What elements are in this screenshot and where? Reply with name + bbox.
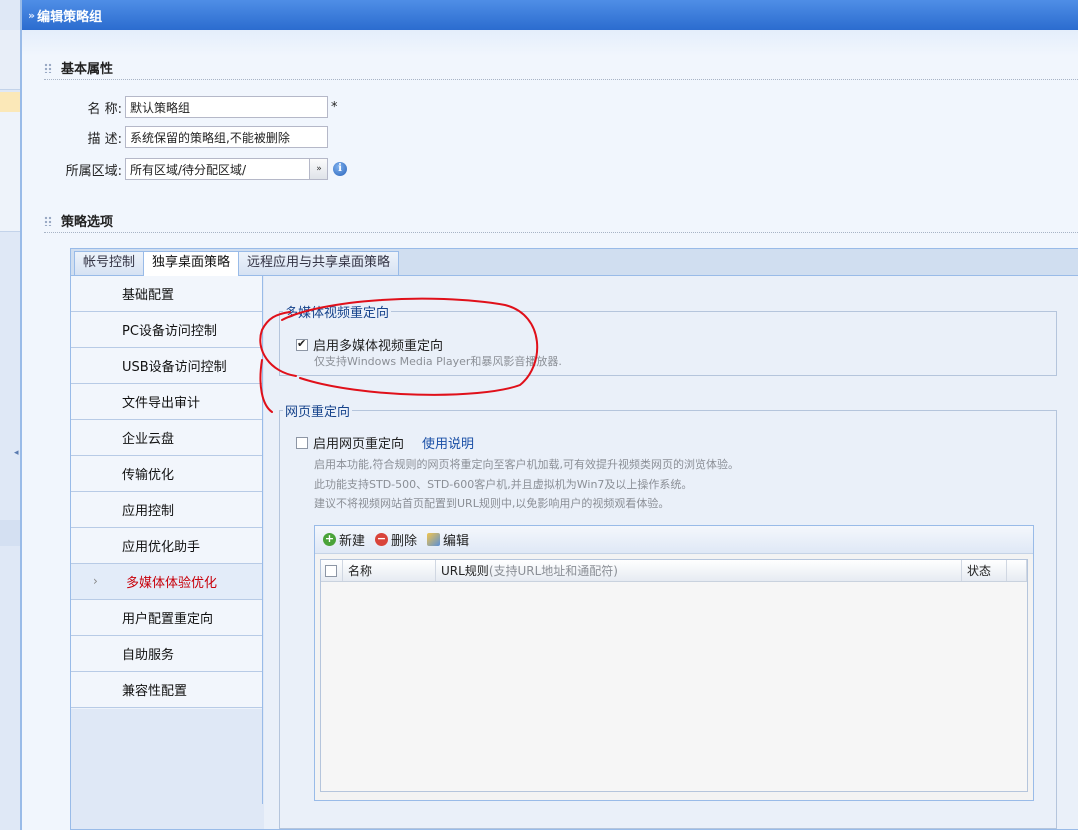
web-redirect-hint-1: 启用本功能,符合规则的网页将重定向至客户机加载,可有效提升视频类网页的浏览体验。: [314, 458, 739, 471]
web-redirect-hint-3: 建议不将视频网站首页配置到URL规则中,以免影响用户的视频观看体验。: [314, 497, 670, 510]
column-header-status[interactable]: 状态: [962, 560, 1007, 581]
background-page-edge: ◂: [0, 0, 21, 830]
column-header-name[interactable]: 名称: [343, 560, 436, 581]
tab-strip: 帐号控制 独享桌面策略 远程应用与共享桌面策略: [71, 249, 1078, 277]
url-rules-grid: + 新建 − 删除 编辑 名称 URL规则 (支持URL地址和通配符) 状态: [314, 525, 1034, 801]
new-rule-button[interactable]: + 新建: [323, 530, 365, 549]
sidebar-item-self-service[interactable]: 自助服务: [71, 636, 262, 672]
select-all-checkbox[interactable]: [325, 564, 337, 577]
collapse-handle-icon[interactable]: ◂: [14, 444, 21, 462]
sidebar-item-app-control[interactable]: 应用控制: [71, 492, 262, 528]
policy-content: 多媒体视频重定向 启用多媒体视频重定向 仅支持Windows Media Pla…: [264, 276, 1078, 829]
region-picker-button[interactable]: »: [310, 158, 328, 180]
grid-header: 名称 URL规则 (支持URL地址和通配符) 状态: [321, 560, 1027, 582]
name-row: 名 称: *: [64, 96, 338, 118]
enable-multimedia-redirect-checkbox[interactable]: [296, 337, 308, 351]
edit-policy-window: ›› 编辑策略组 基本属性 名 称: * 描 述: 所属区域: » i 策略选项…: [21, 0, 1078, 830]
tab-remote-app-shared-desktop[interactable]: 远程应用与共享桌面策略: [238, 251, 400, 275]
delete-rule-button[interactable]: − 删除: [375, 530, 417, 549]
sidebar-item-pc-device-access[interactable]: PC设备访问控制: [71, 312, 262, 348]
multimedia-redirect-legend: 多媒体视频重定向: [285, 306, 390, 321]
grid-toolbar: + 新建 − 删除 编辑: [315, 526, 1033, 554]
enable-multimedia-redirect-label: 启用多媒体视频重定向: [313, 339, 444, 354]
enable-multimedia-redirect-row[interactable]: 启用多媒体视频重定向: [296, 335, 443, 354]
region-field[interactable]: [125, 158, 310, 180]
edit-rule-button[interactable]: 编辑: [427, 530, 469, 549]
required-mark: *: [331, 99, 338, 115]
region-row: 所属区域: » i: [64, 158, 347, 180]
description-row: 描 述:: [64, 126, 328, 148]
multimedia-support-hint: 仅支持Windows Media Player和暴风影音播放器.: [314, 355, 562, 368]
region-label: 所属区域:: [65, 163, 122, 179]
grid-body: 名称 URL规则 (支持URL地址和通配符) 状态: [320, 559, 1028, 792]
sidebar-item-app-optimization-assistant[interactable]: 应用优化助手: [71, 528, 262, 564]
sidebar-item-multimedia-optimization[interactable]: › 多媒体体验优化: [71, 564, 262, 600]
usage-help-link[interactable]: 使用说明: [422, 433, 474, 452]
web-redirect-hint-2: 此功能支持STD-500、STD-600客户机,并且虚拟机为Win7及以上操作系…: [314, 478, 693, 491]
policy-tab-panel: 帐号控制 独享桌面策略 远程应用与共享桌面策略 基础配置 PC设备访问控制 US…: [70, 248, 1078, 830]
enable-web-redirect-checkbox[interactable]: [296, 436, 308, 449]
description-label: 描 述:: [87, 131, 122, 147]
title-chevron-icon: ››: [28, 8, 35, 22]
grip-icon: [44, 215, 52, 226]
sidebar-item-file-export-audit[interactable]: 文件导出审计: [71, 384, 262, 420]
grip-icon: [44, 62, 52, 73]
sidebar-item-usb-device-access[interactable]: USB设备访问控制: [71, 348, 262, 384]
sidebar-item-basic-config[interactable]: 基础配置: [71, 276, 262, 312]
policy-sidebar: 基础配置 PC设备访问控制 USB设备访问控制 文件导出审计 企业云盘 传输优化…: [71, 276, 263, 709]
tab-exclusive-desktop[interactable]: 独享桌面策略: [143, 251, 240, 277]
name-label: 名 称:: [87, 101, 122, 117]
description-field[interactable]: [125, 126, 328, 148]
sidebar-item-user-config-redirect[interactable]: 用户配置重定向: [71, 600, 262, 636]
remove-icon: −: [375, 532, 389, 546]
sidebar-item-transfer-optimization[interactable]: 传输优化: [71, 456, 262, 492]
web-redirect-legend: 网页重定向: [285, 405, 351, 420]
enable-web-redirect-label: 启用网页重定向: [313, 437, 405, 452]
selected-arrow-icon: ›: [93, 574, 98, 588]
sidebar-item-enterprise-cloud-disk[interactable]: 企业云盘: [71, 420, 262, 456]
window-title: 编辑策略组: [37, 9, 103, 25]
select-all-column: [321, 560, 343, 581]
basic-section-title: 基本属性: [44, 58, 113, 77]
sidebar-item-compatibility-config[interactable]: 兼容性配置: [71, 672, 262, 708]
edit-icon: [427, 533, 441, 546]
add-icon: +: [323, 532, 336, 546]
column-header-url-rule[interactable]: URL规则 (支持URL地址和通配符): [436, 560, 962, 581]
window-titlebar[interactable]: ›› 编辑策略组: [22, 0, 1078, 30]
tab-account-control[interactable]: 帐号控制: [74, 251, 145, 275]
enable-web-redirect-row[interactable]: 启用网页重定向 使用说明: [296, 433, 474, 452]
name-field[interactable]: [125, 96, 328, 118]
policy-section-title: 策略选项: [44, 211, 113, 230]
info-icon[interactable]: i: [333, 162, 347, 176]
